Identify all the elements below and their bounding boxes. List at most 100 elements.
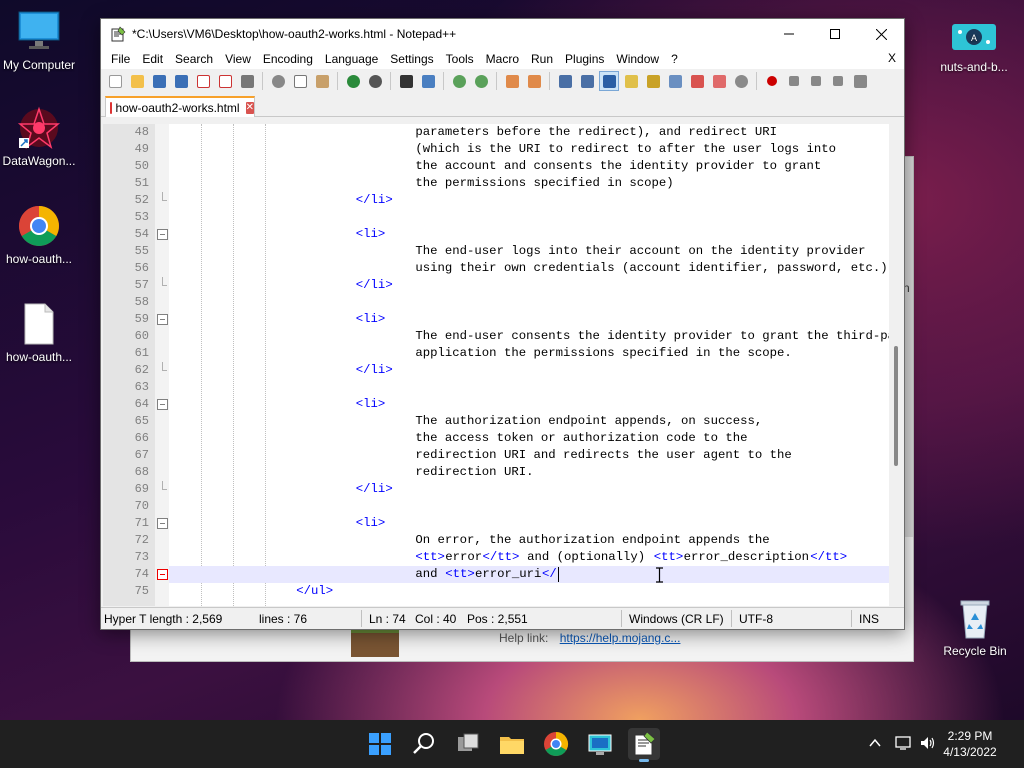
code-line[interactable]: 59 <li>	[135, 311, 889, 328]
code-line[interactable]: 49 (which is the URI to redirect to after…	[135, 141, 889, 158]
replace-button[interactable]	[418, 71, 438, 91]
notepadpp-taskbar-button[interactable]	[628, 728, 660, 762]
record-macro-button[interactable]	[762, 71, 782, 91]
fold-toggle-icon[interactable]	[157, 569, 168, 580]
save-all-button[interactable]	[171, 71, 191, 91]
file-explorer-button[interactable]	[496, 728, 528, 760]
code-line[interactable]: 75 </ul>	[135, 583, 889, 600]
menu-run[interactable]: Run	[525, 52, 559, 66]
code-line[interactable]: 71 <li>	[135, 515, 889, 532]
fold-toggle-icon[interactable]	[157, 399, 168, 410]
menu-plugins[interactable]: Plugins	[559, 52, 610, 66]
menu-file[interactable]: File	[105, 52, 136, 66]
desktop-icon-nuts-and-bolts[interactable]: A nuts-and-b...	[932, 22, 1016, 74]
doc-list-button[interactable]	[665, 71, 685, 91]
word-wrap-button[interactable]	[555, 71, 575, 91]
vertical-scrollbar[interactable]	[889, 124, 903, 606]
code-line[interactable]: 62 </li>	[135, 362, 889, 379]
close-file-button[interactable]	[193, 71, 213, 91]
show-hidden-icons-button[interactable]	[868, 736, 882, 753]
status-insert-mode[interactable]: INS	[859, 612, 879, 626]
code-line[interactable]: 65 The authorization endpoint appends, on…	[135, 413, 889, 430]
status-encoding[interactable]: UTF-8	[739, 612, 773, 626]
code-line[interactable]: 56 using their own credentials (account i…	[135, 260, 889, 277]
stop-macro-button[interactable]	[784, 71, 804, 91]
desktop-icon-datawagon[interactable]: DataWagon...	[0, 106, 81, 168]
start-button[interactable]	[364, 728, 396, 760]
code-line[interactable]: 72 On error, the authorization endpoint a…	[135, 532, 889, 549]
task-view-button[interactable]	[452, 728, 484, 760]
undo-button[interactable]	[343, 71, 363, 91]
monitoring-button[interactable]	[731, 71, 751, 91]
desktop-icon-my-computer[interactable]: My Computer	[0, 10, 81, 72]
clock[interactable]: 2:29 PM 4/13/2022	[940, 728, 1000, 760]
code-line[interactable]: 60 The end-user consents the identity pro…	[135, 328, 903, 345]
code-line[interactable]: 67 redirection URI and redirects the user…	[135, 447, 889, 464]
new-file-button[interactable]	[105, 71, 125, 91]
menu-search[interactable]: Search	[169, 52, 219, 66]
folder-workspace-button[interactable]	[709, 71, 729, 91]
code-line[interactable]: 54 <li>	[135, 226, 889, 243]
code-line[interactable]: 66 the access token or authorization code…	[135, 430, 889, 447]
code-line[interactable]: 68 redirection URI.	[135, 464, 889, 481]
close-document-button[interactable]: X	[888, 51, 896, 65]
code-line[interactable]: 48 parameters before the redirect), and r…	[135, 124, 889, 141]
help-link[interactable]: https://help.mojang.c...	[560, 631, 681, 645]
print-button[interactable]	[237, 71, 257, 91]
code-editor[interactable]: 48 parameters before the redirect), and r…	[103, 124, 903, 606]
tab-how-oauth2-works[interactable]: how-oauth2-works.html ✕	[105, 96, 255, 117]
volume-tray-button[interactable]	[919, 735, 937, 754]
minimize-button[interactable]	[766, 19, 812, 49]
code-line[interactable]: 73 <tt> error </tt> and (optionally) <tt> er…	[135, 549, 889, 566]
open-file-button[interactable]	[127, 71, 147, 91]
code-area[interactable]: 48 parameters before the redirect), and r…	[135, 124, 903, 606]
sync-vertical-button[interactable]	[502, 71, 522, 91]
maximize-button[interactable]	[812, 19, 858, 49]
menu-view[interactable]: View	[219, 52, 257, 66]
menu-help[interactable]: ?	[665, 52, 684, 66]
code-line[interactable]: 50 the account and consents the identity …	[135, 158, 889, 175]
taskbar-search-button[interactable]	[408, 728, 440, 760]
save-macro-button[interactable]	[850, 71, 870, 91]
code-line[interactable]: 69 </li>	[135, 481, 889, 498]
close-all-button[interactable]	[215, 71, 235, 91]
notepadpp-window[interactable]: *C:\Users\VM6\Desktop\how-oauth2-works.h…	[100, 18, 905, 630]
title-bar[interactable]: *C:\Users\VM6\Desktop\how-oauth2-works.h…	[101, 19, 904, 49]
menu-macro[interactable]: Macro	[480, 52, 525, 66]
desktop-icon-chrome-shortcut[interactable]: how-oauth...	[0, 204, 81, 266]
code-line[interactable]: 51 the permissions specified in scope)	[135, 175, 889, 192]
redo-button[interactable]	[365, 71, 385, 91]
fold-toggle-icon[interactable]	[157, 314, 168, 325]
code-line[interactable]: 52 </li>	[135, 192, 889, 209]
code-line[interactable]: 53	[135, 209, 889, 226]
menu-window[interactable]: Window	[610, 52, 665, 66]
find-button[interactable]	[396, 71, 416, 91]
tab-close-icon[interactable]: ✕	[245, 101, 254, 114]
doc-map-button[interactable]	[643, 71, 663, 91]
run-macro-multiple-button[interactable]	[828, 71, 848, 91]
zoom-in-button[interactable]	[449, 71, 469, 91]
menu-language[interactable]: Language	[319, 52, 384, 66]
code-line[interactable]: 57 </li>	[135, 277, 889, 294]
save-button[interactable]	[149, 71, 169, 91]
code-line[interactable]: 63	[135, 379, 889, 396]
control-panel-taskbar-button[interactable]	[584, 728, 616, 760]
fold-toggle-icon[interactable]	[157, 229, 168, 240]
show-all-chars-button[interactable]	[577, 71, 597, 91]
code-line[interactable]: 61 application the permissions specified …	[135, 345, 889, 362]
status-eol[interactable]: Windows (CR LF)	[629, 612, 724, 626]
code-line[interactable]: 58	[135, 294, 889, 311]
paste-button[interactable]	[312, 71, 332, 91]
chrome-taskbar-button[interactable]	[540, 728, 572, 760]
cut-button[interactable]	[268, 71, 288, 91]
sync-horizontal-button[interactable]	[524, 71, 544, 91]
function-list-button[interactable]	[687, 71, 707, 91]
menu-edit[interactable]: Edit	[136, 52, 169, 66]
play-macro-button[interactable]	[806, 71, 826, 91]
indent-guide-button[interactable]	[599, 71, 619, 91]
copy-button[interactable]	[290, 71, 310, 91]
udl-button[interactable]	[621, 71, 641, 91]
close-button[interactable]	[858, 19, 904, 49]
menu-encoding[interactable]: Encoding	[257, 52, 319, 66]
network-tray-button[interactable]	[895, 735, 913, 754]
